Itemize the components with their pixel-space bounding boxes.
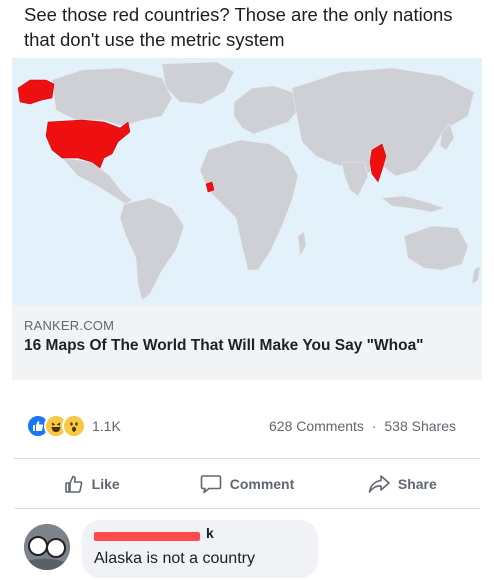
- share-arrow-icon: [368, 475, 390, 493]
- engagement-counts: 628 Comments · 538 Shares: [269, 418, 456, 434]
- world-map-image: [12, 58, 482, 305]
- comment-bubble[interactable]: k Alaska is not a country: [82, 520, 318, 578]
- world-map-graphic: [17, 61, 481, 301]
- divider-bottom: [14, 508, 480, 509]
- europe-shape: [233, 85, 301, 135]
- like-label: Like: [91, 476, 120, 492]
- greenland-shape: [161, 61, 235, 105]
- comment-count[interactable]: 628 Comments: [269, 418, 364, 434]
- reaction-count: 1.1K: [92, 418, 121, 434]
- comment-icon: [200, 475, 222, 494]
- comment-button[interactable]: Comment: [169, 468, 324, 500]
- link-headline[interactable]: 16 Maps Of The World That Will Make You …: [24, 336, 464, 355]
- avatar-image: [24, 524, 70, 570]
- link-preview-card[interactable]: RANKER.COM 16 Maps Of The World That Wil…: [12, 58, 482, 380]
- south-america-shape: [119, 197, 185, 301]
- post-actions: Like Comment Share: [14, 468, 480, 500]
- india-shape: [341, 161, 369, 197]
- usa-highlight: [45, 119, 131, 169]
- reaction-summary[interactable]: 1.1K: [26, 414, 121, 438]
- link-domain: RANKER.COM: [24, 318, 115, 333]
- link-meta: RANKER.COM 16 Maps Of The World That Wil…: [12, 305, 482, 380]
- canada-shape: [51, 67, 173, 127]
- africa-shape: [199, 139, 299, 271]
- count-separator: ·: [371, 418, 377, 434]
- thumbs-up-icon: [64, 475, 83, 493]
- post-text: See those red countries? Those are the o…: [24, 4, 453, 50]
- madagascar-shape: [297, 231, 307, 257]
- commenter-avatar[interactable]: [24, 524, 70, 570]
- australia-shape: [403, 225, 469, 271]
- divider-top: [14, 458, 480, 459]
- wow-icon: [62, 414, 86, 438]
- myanmar-highlight: [369, 143, 387, 183]
- like-button[interactable]: Like: [14, 468, 169, 500]
- share-button[interactable]: Share: [325, 468, 480, 500]
- commenter-name-tail[interactable]: k: [206, 525, 214, 541]
- redacted-name: [94, 532, 200, 541]
- share-label: Share: [397, 476, 437, 492]
- comment-label: Comment: [229, 476, 295, 492]
- new-zealand-shape: [471, 265, 481, 285]
- comment-text: Alaska is not a country: [94, 550, 255, 567]
- alaska-highlight: [17, 79, 55, 105]
- indonesia-shape: [381, 195, 445, 213]
- share-count[interactable]: 538 Shares: [384, 418, 456, 434]
